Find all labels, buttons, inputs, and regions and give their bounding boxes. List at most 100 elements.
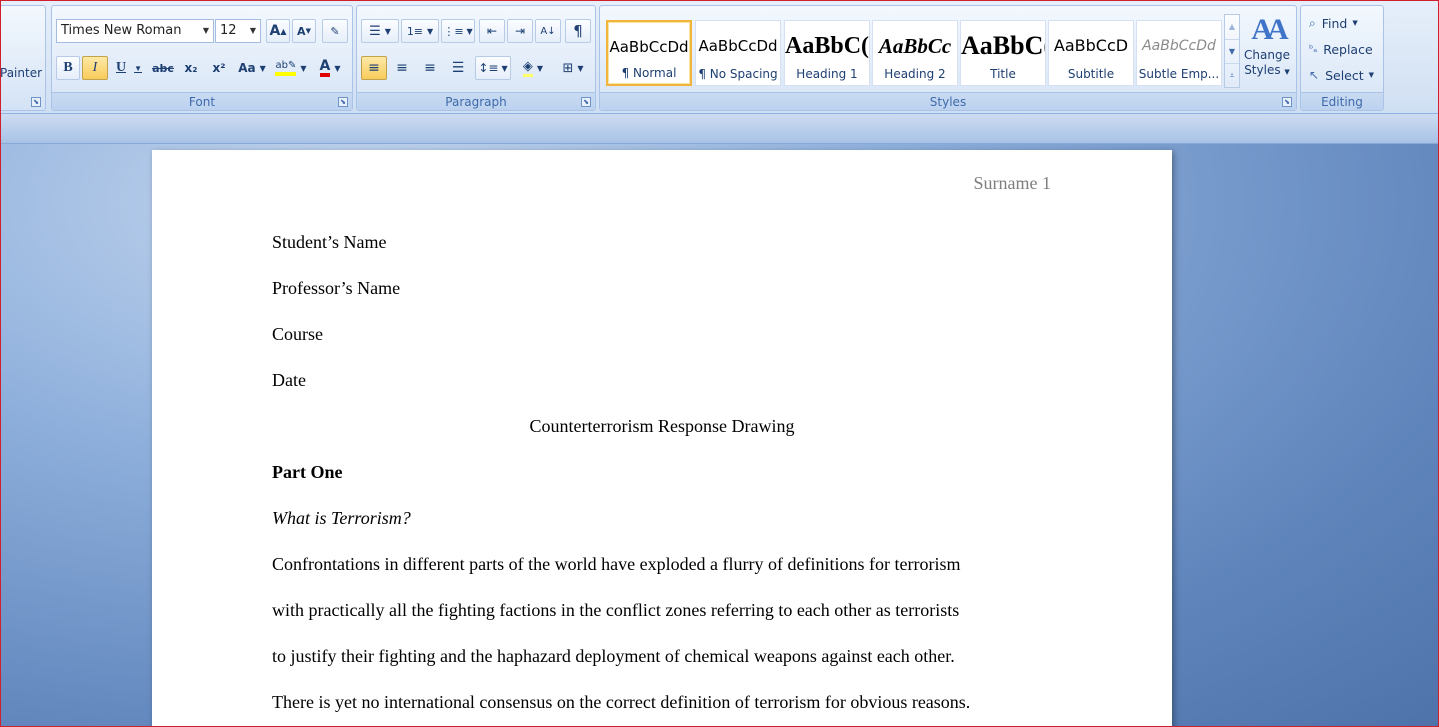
align-left-icon: ≡ <box>368 60 380 76</box>
chevron-down-icon: ▼ <box>1352 19 1358 27</box>
sort-icon: A↓ <box>540 25 556 37</box>
increase-indent-button[interactable]: ⇥ <box>507 19 533 43</box>
numbering-icon: 1≡ <box>406 24 424 38</box>
show-marks-button[interactable]: ¶ <box>565 19 591 43</box>
grow-font-button[interactable]: A ▲ <box>266 19 290 43</box>
find-button[interactable]: ⌕ Find ▼ <box>1309 14 1358 32</box>
sort-button[interactable]: A↓ <box>535 19 561 43</box>
replace-button[interactable]: ᵇₐ Replace <box>1309 40 1373 58</box>
paragraph-launcher-icon[interactable]: ⬊ <box>581 97 591 107</box>
body-line: with practically all the fighting factio… <box>272 600 960 620</box>
subscript-icon: x₂ <box>184 61 198 75</box>
align-left-button[interactable]: ≡ <box>361 56 387 80</box>
highlight-button[interactable]: ab✎ ▼ <box>272 56 310 80</box>
binoculars-icon: ⌕ <box>1309 15 1316 30</box>
shrink-font-button[interactable]: A ▼ <box>292 19 316 43</box>
styles-group-label: Styles <box>600 92 1296 110</box>
paragraph-group-label: Paragraph <box>357 92 595 110</box>
font-color-button[interactable]: A ▼ <box>312 56 348 80</box>
style-title[interactable]: AaBbC( Title <box>960 20 1046 86</box>
change-styles-button[interactable]: AA Change Styles ▼ <box>1242 12 1292 92</box>
student-name-line: Student’s Name <box>272 232 387 252</box>
font-group: Times New Roman ▼ 12 ▼ A ▲ A ▼ ✎ B I U ▼ ab… <box>51 5 353 111</box>
replace-icon: ᵇₐ <box>1309 43 1318 55</box>
gallery-more-icon[interactable]: ⩡ <box>1225 63 1239 87</box>
style-sample: AaBbCcDd <box>698 37 778 55</box>
align-right-button[interactable]: ≡ <box>417 56 443 80</box>
line-spacing-button[interactable]: ↕≡ ▼ <box>475 56 511 80</box>
font-color-icon: A <box>319 59 331 77</box>
clear-formatting-button[interactable]: ✎ <box>322 19 348 43</box>
style-name: Title <box>990 67 1016 81</box>
clear-formatting-icon: ✎ <box>330 24 340 38</box>
subscript-button[interactable]: x₂ <box>178 56 204 80</box>
chevron-down-icon: ▼ <box>501 63 508 73</box>
numbering-button[interactable]: 1≡ ▼ <box>401 19 439 43</box>
strikethrough-button[interactable]: abc <box>150 56 176 80</box>
style-normal[interactable]: AaBbCcDd ¶ Normal <box>606 20 692 86</box>
chevron-down-icon: ▼ <box>577 63 584 73</box>
chevron-down-icon: ▼ <box>134 63 143 73</box>
align-right-icon: ≡ <box>424 60 436 76</box>
shading-button[interactable]: ◈ ▼ <box>515 56 551 80</box>
gallery-down-icon[interactable]: ▼ <box>1225 39 1239 63</box>
style-subtle-emphasis[interactable]: AaBbCcDd Subtle Emp... <box>1136 20 1222 86</box>
editing-group: ⌕ Find ▼ ᵇₐ Replace ↖ Select ▼ Editing <box>1300 5 1384 111</box>
style-no-spacing[interactable]: AaBbCcDd ¶ No Spacing <box>695 20 781 86</box>
underline-button[interactable]: U ▼ <box>110 56 148 80</box>
document-title: Counterterrorism Response Drawing <box>529 416 795 436</box>
replace-label: Replace <box>1323 41 1373 57</box>
chevron-down-icon: ▼ <box>259 63 266 73</box>
clipboard-launcher-icon[interactable]: ⬊ <box>31 97 41 107</box>
justify-icon: ☰ <box>451 60 465 76</box>
align-center-icon: ≡ <box>396 60 408 76</box>
chevron-down-icon: ▼ <box>1284 68 1290 76</box>
style-heading-2[interactable]: AaBbCc Heading 2 <box>872 20 958 86</box>
change-case-button[interactable]: Aa ▼ <box>234 56 270 80</box>
style-sample: AaBbCcDd <box>1142 38 1216 54</box>
style-name: Heading 1 <box>796 67 858 81</box>
justify-button[interactable]: ☰ <box>445 56 471 80</box>
decrease-indent-button[interactable]: ⇤ <box>479 19 505 43</box>
body-line: There is yet no international consensus … <box>272 692 971 712</box>
professor-name-line: Professor’s Name <box>272 278 401 298</box>
page-header: Surname 1 <box>973 173 1051 193</box>
select-button[interactable]: ↖ Select ▼ <box>1309 66 1374 84</box>
multilevel-list-button[interactable]: ⋮≡ ▼ <box>441 19 475 43</box>
italic-button[interactable]: I <box>82 56 108 80</box>
body-line: Confrontations in different parts of the… <box>272 554 961 574</box>
align-center-button[interactable]: ≡ <box>389 56 415 80</box>
change-case-icon: Aa <box>238 61 256 75</box>
font-name-combo[interactable]: Times New Roman ▼ <box>56 19 214 43</box>
chevron-down-icon: ▼ <box>427 26 434 36</box>
chevron-down-icon: ▼ <box>384 26 391 36</box>
line-spacing-icon: ↕≡ <box>478 61 499 75</box>
style-name: ¶ Normal <box>621 66 677 80</box>
document-page[interactable]: Surname 1 Student’s Name Professor’s Nam… <box>152 150 1172 727</box>
bold-button[interactable]: B <box>56 56 80 80</box>
superscript-button[interactable]: x² <box>206 56 232 80</box>
format-painter-label[interactable]: Painter <box>0 66 42 80</box>
styles-group: AaBbCcDd ¶ Normal AaBbCcDd ¶ No Spacing … <box>599 5 1297 111</box>
increase-indent-icon: ⇥ <box>514 24 526 38</box>
change-styles-label: Styles ▼ <box>1244 63 1290 77</box>
style-subtitle[interactable]: AaBbCcD Subtitle <box>1048 20 1134 86</box>
gallery-up-icon[interactable]: ▲ <box>1225 15 1239 39</box>
select-label: Select <box>1325 67 1364 83</box>
style-sample: AaBbCcDd <box>609 38 689 56</box>
font-launcher-icon[interactable]: ⬊ <box>338 97 348 107</box>
styles-launcher-icon[interactable]: ⬊ <box>1282 97 1292 107</box>
bullets-button[interactable]: ☰ ▼ <box>361 19 399 43</box>
highlighter-icon: ab✎ <box>275 60 297 76</box>
shrink-font-icon: A <box>297 24 306 38</box>
font-size-combo[interactable]: 12 ▼ <box>215 19 261 43</box>
chevron-down-icon: ▼ <box>466 26 473 36</box>
pilcrow-icon: ¶ <box>573 22 583 40</box>
style-name: Subtitle <box>1067 67 1115 81</box>
part-heading: Part One <box>272 462 343 482</box>
style-sample: AaBbCc <box>878 34 952 58</box>
cursor-icon: ↖ <box>1309 68 1320 82</box>
style-heading-1[interactable]: AaBbC( Heading 1 <box>784 20 870 86</box>
borders-button[interactable]: ⊞ ▼ <box>555 56 591 80</box>
date-line: Date <box>272 370 306 390</box>
